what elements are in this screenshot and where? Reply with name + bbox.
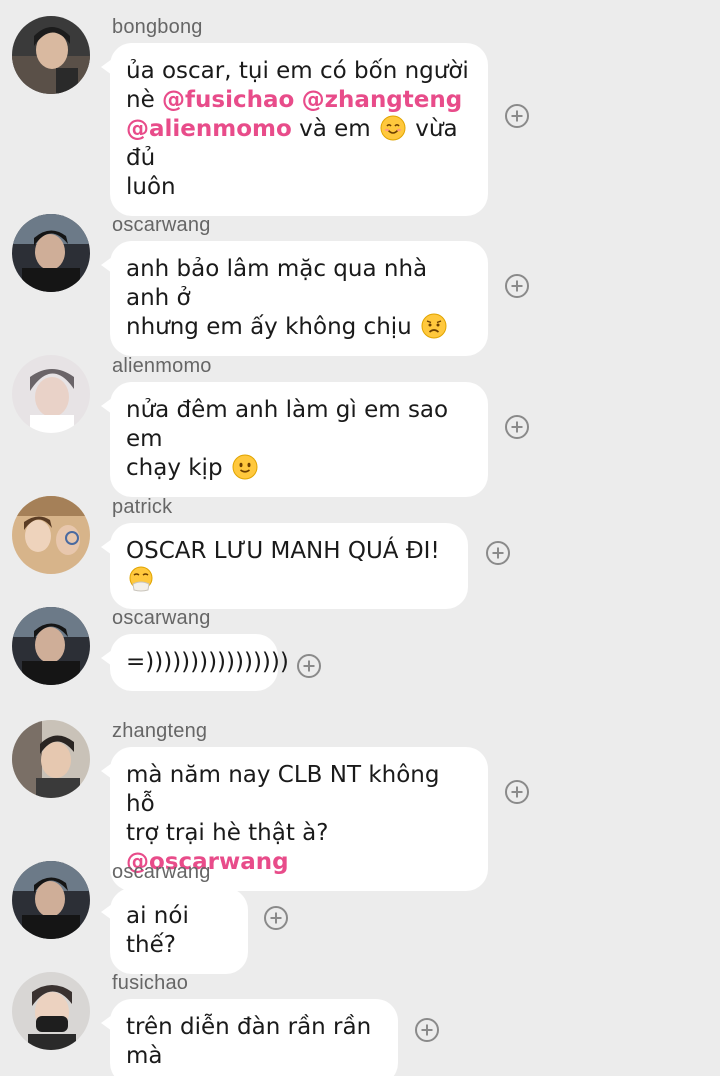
message-text: ai nói thế? [126, 903, 189, 958]
message-text: trên diễn đàn rần rần mà [126, 1014, 372, 1069]
message-text: trợ trại hè thật à? [126, 820, 329, 846]
avatar[interactable] [12, 214, 90, 292]
message-bubble[interactable]: =)))))))))))))))) [101, 634, 289, 691]
avatar[interactable] [12, 720, 90, 798]
message-text: nửa đêm anh làm gì em sao em [126, 397, 449, 452]
message-text: OSCAR LƯU MANH QUÁ ĐI! [126, 538, 440, 564]
mention-link[interactable]: @fusichao [162, 87, 294, 113]
username: bongbong [112, 16, 203, 38]
message-text: anh bảo lâm mặc qua nhà anh ở [126, 256, 428, 311]
message-text: nhưng em ấy không chịu [126, 314, 420, 340]
username: oscarwang [112, 214, 211, 236]
username: fusichao [112, 972, 189, 994]
slightly-smiling-face-emoji [232, 454, 258, 480]
mention-link[interactable]: @alienmomo [126, 116, 292, 142]
message-text [294, 87, 301, 113]
message-text: chạy kịp [126, 455, 230, 481]
message-bubble[interactable]: OSCAR LƯU MANH QUÁ ĐI! [101, 523, 468, 609]
add-reaction-icon[interactable] [297, 654, 321, 678]
add-reaction-icon[interactable] [264, 906, 288, 930]
message-text: mà năm nay CLB NT không hỗ [126, 762, 440, 817]
avatar[interactable] [12, 607, 90, 685]
message-bubble[interactable]: ủa oscar, tụi em có bốn người nè @fusicha… [101, 43, 488, 216]
face-with-hand-over-mouth-emoji [128, 566, 154, 592]
message-text: =)))))))))))))))) [126, 649, 289, 675]
message-bubble[interactable]: anh bảo lâm mặc qua nhà anh ở nhưng em ấy… [101, 241, 488, 356]
message-bubble[interactable]: nửa đêm anh làm gì em sao em chạy kịp [101, 382, 488, 497]
avatar[interactable] [12, 355, 90, 433]
username: oscarwang [112, 607, 211, 629]
username: alienmomo [112, 355, 212, 377]
mention-link[interactable]: @zhangteng [302, 87, 463, 113]
message-text: nè [126, 87, 163, 113]
add-reaction-icon[interactable] [505, 104, 529, 128]
avatar[interactable] [12, 972, 90, 1050]
add-reaction-icon[interactable] [415, 1018, 439, 1042]
avatar[interactable] [12, 861, 90, 939]
message-bubble[interactable]: trên diễn đàn rần rần mà [101, 999, 398, 1076]
add-reaction-icon[interactable] [505, 274, 529, 298]
add-reaction-icon[interactable] [505, 415, 529, 439]
username: zhangteng [112, 720, 208, 742]
avatar[interactable] [12, 16, 90, 94]
message-bubble[interactable]: ai nói thế? [101, 888, 248, 974]
message-text: ủa oscar, tụi em có bốn người [126, 58, 469, 84]
message-text: và em [291, 116, 378, 142]
add-reaction-icon[interactable] [486, 541, 510, 565]
worried-face-emoji [421, 313, 447, 339]
smiling-face-emoji [380, 115, 406, 141]
message-text: luôn [126, 174, 176, 200]
username: oscarwang [112, 861, 211, 883]
add-reaction-icon[interactable] [505, 780, 529, 804]
chat-thread: bongbong ủa oscar, tụi em có bốn người nè… [0, 0, 720, 1076]
username: patrick [112, 496, 173, 518]
avatar[interactable] [12, 496, 90, 574]
